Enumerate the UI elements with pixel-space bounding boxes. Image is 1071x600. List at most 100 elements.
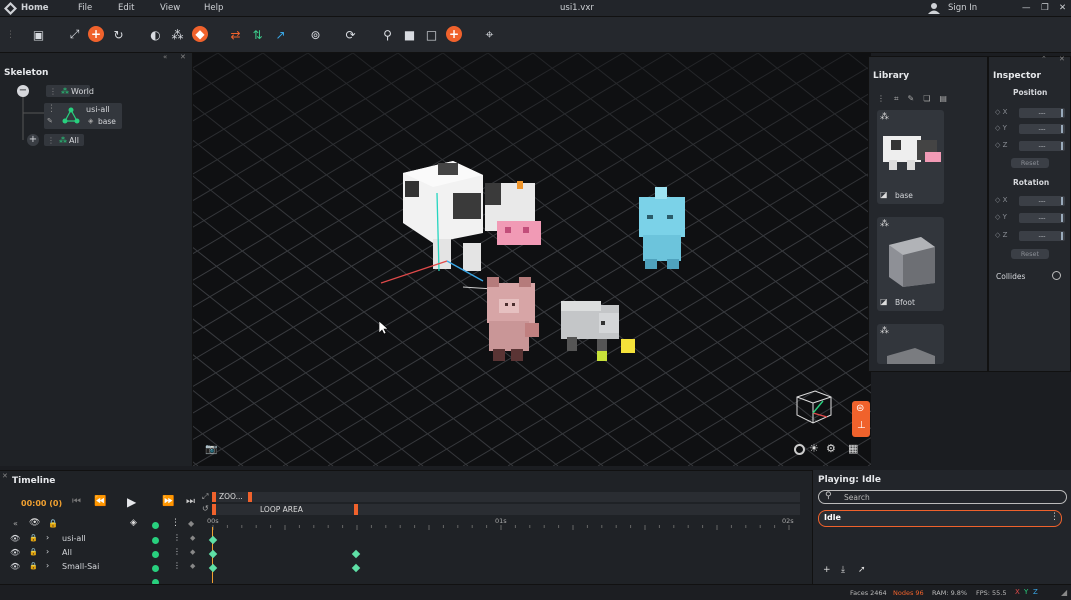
- add-node-icon[interactable]: +: [446, 26, 462, 42]
- zoom-bar[interactable]: ZOO...: [212, 492, 800, 502]
- animation-menu-icon[interactable]: ⋮: [1050, 512, 1059, 522]
- resize-grip-icon[interactable]: ◢: [1061, 588, 1067, 597]
- panel-close-icon[interactable]: ✕: [2, 472, 8, 480]
- copy-icon[interactable]: ❏: [923, 94, 939, 103]
- expand-icon[interactable]: ⤢: [67, 27, 82, 42]
- rotation-y-field[interactable]: ---: [1019, 213, 1065, 223]
- edit-menu[interactable]: Edit: [118, 3, 134, 13]
- layers-icon[interactable]: ⊚: [308, 27, 323, 42]
- refresh-icon[interactable]: ↻: [111, 27, 126, 42]
- trash-icon[interactable]: ▤: [939, 94, 956, 103]
- save-icon[interactable]: ▣: [31, 27, 46, 42]
- view-menu[interactable]: View: [160, 3, 180, 13]
- timeline-row[interactable]: 👁 🔒 › Small-Sai ⋮ ◆: [0, 561, 812, 575]
- lighting-icon[interactable]: ☀: [809, 442, 819, 455]
- rotation-x-field[interactable]: ---: [1019, 196, 1065, 206]
- 3d-viewport[interactable]: ⊜ ⊥ 📷 ☀ ⚙ ▦: [193, 53, 871, 466]
- panel-close-icon[interactable]: ✕: [180, 53, 186, 61]
- grip-icon[interactable]: ⋮: [3, 27, 18, 42]
- rotate-icon[interactable]: ⟳: [343, 27, 358, 42]
- usi-all-node[interactable]: ⋮ ✎ usi-all ◈ base: [44, 103, 122, 129]
- row-menu-icon[interactable]: ⋮: [173, 533, 181, 542]
- step-back-icon[interactable]: ⏪: [94, 496, 106, 507]
- settings-icon[interactable]: ⚙: [826, 442, 836, 455]
- panel-close-icon[interactable]: ✕: [1059, 55, 1065, 63]
- record-indicator[interactable]: [152, 522, 159, 529]
- ice-creature-model[interactable]: [633, 187, 693, 271]
- row-menu-icon[interactable]: ⋮: [173, 547, 181, 556]
- keyframe[interactable]: [208, 549, 218, 559]
- visibility-icon[interactable]: 👁: [10, 548, 20, 557]
- box-icon[interactable]: ■: [402, 27, 417, 42]
- sign-in-button[interactable]: Sign In: [948, 3, 977, 13]
- step-forward-icon[interactable]: ⏩: [162, 496, 174, 507]
- expand-row-icon[interactable]: ›: [46, 561, 49, 570]
- lock-icon[interactable]: 🔒: [48, 519, 58, 528]
- play-button[interactable]: ▶: [127, 495, 136, 509]
- add-icon[interactable]: +: [88, 26, 104, 42]
- position-z-field[interactable]: ---: [1019, 141, 1065, 151]
- visibility-icon[interactable]: 👁: [10, 562, 20, 571]
- skip-end-icon[interactable]: ⏭: [186, 496, 195, 507]
- sheep-model[interactable]: [557, 299, 647, 369]
- lock-icon[interactable]: 🔒: [29, 534, 38, 542]
- maximize-icon[interactable]: ❐: [1041, 3, 1049, 13]
- grid-toggle-icon[interactable]: ▦: [848, 442, 858, 455]
- world-node[interactable]: ⋮ ⁂ World: [46, 85, 94, 97]
- updown-green-icon[interactable]: ⇅: [250, 27, 265, 42]
- loop-icon[interactable]: ↺: [202, 504, 209, 513]
- loop-area-bar[interactable]: LOOP AREA: [212, 504, 800, 515]
- keyframe[interactable]: [208, 535, 218, 545]
- keyframe-nav-icon[interactable]: ◈: [130, 518, 137, 528]
- sphere-icon[interactable]: ◐: [148, 27, 163, 42]
- collapse-icon[interactable]: «: [163, 53, 167, 61]
- library-item[interactable]: ⁂ ◪ base: [877, 110, 944, 204]
- library-item[interactable]: ⁂ ◪ Bfoot: [877, 217, 944, 311]
- animation-item-idle[interactable]: Idle ⋮: [818, 510, 1062, 527]
- box-outline-icon[interactable]: □: [424, 27, 439, 42]
- time-ruler[interactable]: 00s 01s 02s: [205, 515, 805, 530]
- app-logo-icon[interactable]: [4, 2, 17, 15]
- menu-dots-icon[interactable]: ⋮: [171, 518, 180, 528]
- library-item[interactable]: ⁂: [877, 324, 944, 364]
- lock-icon[interactable]: 🔒: [29, 562, 38, 570]
- lock-icon[interactable]: 🔒: [29, 548, 38, 556]
- visibility-icon[interactable]: 👁: [10, 534, 20, 543]
- tree-icon[interactable]: ⚲: [380, 27, 395, 42]
- rotation-reset-button[interactable]: Reset: [1011, 249, 1049, 259]
- flip-blue-icon[interactable]: ↗: [273, 27, 288, 42]
- all-node[interactable]: ⋮ ⁂ All: [44, 134, 84, 146]
- expand-row-icon[interactable]: ›: [46, 547, 49, 556]
- user-icon[interactable]: [928, 2, 940, 14]
- import-animation-icon[interactable]: ⤓: [841, 565, 845, 575]
- pig-model[interactable]: [479, 277, 549, 367]
- keyframe[interactable]: [208, 563, 218, 573]
- row-record-dot[interactable]: [152, 537, 159, 544]
- help-menu[interactable]: Help: [204, 3, 223, 13]
- crop-icon[interactable]: ⌗: [894, 94, 908, 103]
- expand-all-button[interactable]: +: [27, 134, 39, 146]
- swap-red-icon[interactable]: ⇄: [228, 27, 243, 42]
- keyframe[interactable]: [351, 563, 361, 573]
- close-icon[interactable]: ✕: [1059, 3, 1066, 13]
- view-cube[interactable]: [793, 387, 833, 425]
- timeline-row[interactable]: 👁 🔒 › usi-all ⋮ ◆: [0, 533, 812, 547]
- position-x-field[interactable]: ---: [1019, 108, 1065, 118]
- row-record-dot[interactable]: [152, 551, 159, 558]
- home-menu[interactable]: Home: [21, 3, 49, 13]
- animation-search-input[interactable]: ⚲ Search: [818, 490, 1067, 504]
- timeline-row[interactable]: 👁 🔒 › All ⋮ ◆: [0, 547, 812, 561]
- row-record-dot[interactable]: [152, 565, 159, 572]
- render-mode-icon[interactable]: [794, 444, 805, 455]
- row-menu-icon[interactable]: ⋮: [173, 561, 181, 570]
- screenshot-icon[interactable]: 📷: [205, 444, 217, 455]
- crosshair-icon[interactable]: ⌖: [482, 27, 497, 43]
- camera-mode-toggle[interactable]: ⊜ ⊥: [852, 401, 870, 437]
- file-menu[interactable]: File: [78, 3, 92, 13]
- nodes-icon[interactable]: ⁂: [170, 27, 185, 42]
- expand-row-icon[interactable]: ›: [46, 533, 49, 542]
- edit-icon[interactable]: ✎: [47, 117, 53, 125]
- collapse-icon[interactable]: ⌃: [1041, 55, 1047, 63]
- skip-start-icon[interactable]: ⏮: [72, 496, 81, 507]
- position-reset-button[interactable]: Reset: [1011, 158, 1049, 168]
